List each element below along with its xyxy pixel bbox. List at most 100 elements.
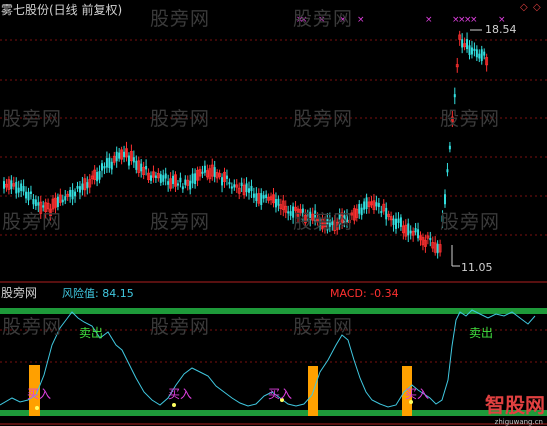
candle-body (274, 199, 277, 208)
candle-body (255, 193, 258, 201)
watermark: 股旁网 (150, 316, 211, 338)
watermark: 股旁网 (293, 316, 354, 338)
candle-body (162, 175, 165, 182)
candle-body (145, 165, 148, 170)
candle-body (71, 189, 74, 200)
buy-signal-label: 买入 (268, 387, 293, 401)
high-price-label: 18.54 (485, 23, 517, 36)
risk-value-label: 风险值: 84.15 (62, 287, 134, 300)
candle-body (164, 173, 167, 179)
watermark: 股旁网 (150, 8, 211, 30)
candle-body (395, 218, 397, 229)
cross-marker: × (357, 15, 365, 25)
candle-body (225, 175, 228, 179)
sell-signal-label: 卖出 (79, 326, 104, 340)
watermark: 股旁网 (293, 211, 354, 233)
chart-title: 雾七股份(日线 前复权) (1, 3, 123, 17)
candle-body (483, 51, 486, 56)
candle-body (98, 171, 101, 180)
cross-marker: × (425, 15, 433, 25)
candle-body (446, 169, 449, 173)
candle-body (32, 199, 35, 205)
candle-body (191, 173, 194, 184)
candle-body (221, 177, 224, 186)
buy-signal-label: 买入 (27, 387, 52, 401)
candle-body (189, 180, 192, 190)
candle-body (375, 202, 378, 207)
candle-body (76, 186, 79, 189)
signal-dot (172, 403, 176, 407)
candle-body (115, 151, 118, 162)
candle-body (78, 186, 81, 193)
candle-body (363, 201, 366, 210)
candle-body (96, 172, 99, 182)
candle-body (56, 196, 59, 207)
upper-band (0, 308, 547, 314)
scroll-up-icon[interactable]: ◇ (520, 2, 528, 14)
brand-url: zhiguwang.cn (494, 418, 543, 426)
candle-body (287, 211, 290, 214)
candle-body (103, 166, 106, 169)
candle-body (265, 194, 268, 199)
candle-body (228, 182, 231, 185)
candle-body (461, 39, 464, 48)
candle-body (480, 49, 483, 62)
sell-signal-label: 卖出 (469, 326, 494, 340)
brand-logo: 智股网 (485, 393, 545, 417)
candle-body (123, 151, 126, 158)
candle-body (29, 191, 32, 194)
candle-body (466, 39, 469, 50)
candle-body (245, 183, 248, 193)
candle-body (61, 199, 64, 203)
scroll-down-icon[interactable]: ◇ (533, 2, 541, 14)
candle-body (365, 197, 368, 209)
candle-body (233, 184, 236, 188)
lower-band (0, 410, 547, 416)
candle-body (203, 165, 206, 173)
watermark: 股旁网 (440, 211, 501, 233)
candle-body (444, 194, 446, 205)
watermark: 股旁网 (150, 108, 211, 130)
candle-body (108, 157, 111, 169)
candle-body (475, 49, 478, 58)
candle-body (10, 180, 13, 190)
low-price-label: 11.05 (461, 261, 493, 274)
candle-body (470, 47, 473, 55)
candle-body (64, 196, 67, 201)
candle-body (179, 177, 182, 183)
candle-body (172, 175, 175, 184)
candle-body (414, 228, 417, 233)
cross-marker: × (470, 15, 478, 25)
candle-body (260, 193, 263, 206)
candle-body (392, 218, 395, 225)
candle-body (377, 203, 380, 208)
watermark: 股旁网 (2, 211, 63, 233)
candle-body (478, 53, 481, 59)
candle-body (127, 155, 130, 166)
candle-body (201, 171, 204, 174)
candle-body (358, 204, 361, 214)
candle-body (453, 94, 456, 98)
candle-body (250, 185, 253, 192)
candle-body (86, 182, 89, 189)
candle-body (105, 158, 108, 168)
candle-body (176, 183, 179, 186)
candle-body (110, 161, 113, 170)
candle-body (448, 145, 451, 150)
buy-signal-label: 买入 (405, 387, 430, 401)
candle-body (240, 182, 243, 186)
candle-body (135, 160, 138, 170)
candle-body (194, 173, 197, 185)
watermark: 股旁网 (293, 108, 354, 130)
candle-body (473, 48, 476, 51)
watermark: 股旁网 (2, 316, 63, 338)
candle-body (81, 183, 84, 190)
candle-body (184, 179, 187, 185)
candle-body (436, 243, 439, 254)
watermark: 股旁网 (293, 8, 354, 30)
candle-body (230, 186, 233, 189)
watermark: 股旁网 (150, 211, 211, 233)
candle-body (25, 191, 28, 199)
candle-body (150, 175, 152, 181)
candle-body (20, 183, 23, 191)
